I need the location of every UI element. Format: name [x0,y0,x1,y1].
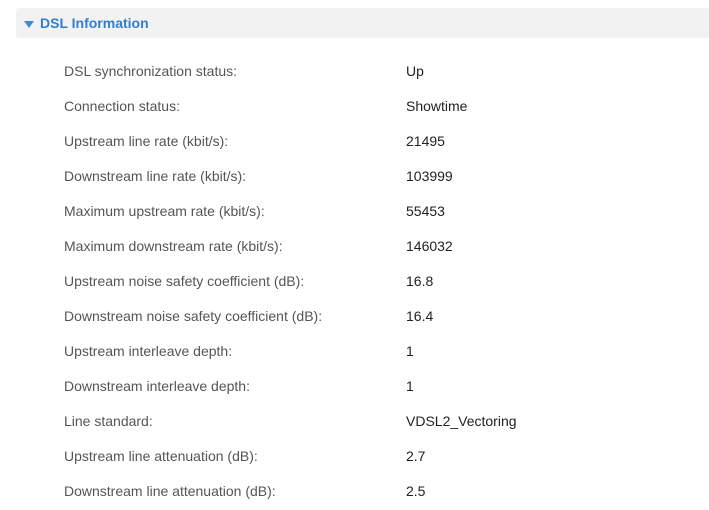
info-label: Downstream interleave depth: [64,378,250,394]
info-label: Maximum downstream rate (kbit/s): [64,238,283,254]
info-value: Showtime [406,98,468,114]
info-label: Downstream line rate (kbit/s): [64,168,247,184]
info-label: Upstream line rate (kbit/s): [64,133,229,149]
info-label: DSL synchronization status: [64,63,238,79]
info-value: Up [406,63,424,79]
info-row-downstream-noise-margin: Downstream noise safety coefficient (dB)… [0,298,709,333]
info-label: Connection status: [64,98,180,114]
info-value: 103999 [406,168,453,184]
info-row-downstream-attenuation: Downstream line attenuation (dB): 2.5 [0,473,709,508]
info-value: 16.4 [406,308,434,324]
info-row-downstream-line-rate: Downstream line rate (kbit/s): 103999 [0,158,709,193]
info-row-upstream-line-rate: Upstream line rate (kbit/s): 21495 [0,123,709,158]
info-label: Maximum upstream rate (kbit/s): [64,203,265,219]
info-label: Line standard: [64,413,153,429]
info-row-sync-status: DSL synchronization status: Up [0,53,709,88]
info-row-upstream-attenuation: Upstream line attenuation (dB): 2.7 [0,438,709,473]
info-value: VDSL2_Vectoring [406,413,517,429]
info-row-upstream-noise-margin: Upstream noise safety coefficient (dB): … [0,263,709,298]
info-value: 146032 [406,238,453,254]
info-label: Upstream interleave depth: [64,343,233,359]
info-label: Downstream noise safety coefficient (dB)… [64,308,323,324]
info-label: Upstream line attenuation (dB): [64,448,258,464]
info-value: 21495 [406,133,445,149]
info-value: 1 [406,378,414,394]
info-row-upstream-interleave-depth: Upstream interleave depth: 1 [0,333,709,368]
info-row-max-downstream-rate: Maximum downstream rate (kbit/s): 146032 [0,228,709,263]
chevron-down-icon[interactable] [24,20,34,28]
info-value: 2.7 [406,448,426,464]
dsl-info-list: DSL synchronization status: Up Connectio… [0,53,709,508]
info-value: 1 [406,343,414,359]
info-label: Downstream line attenuation (dB): [64,483,276,499]
info-value: 16.8 [406,273,434,289]
info-value: 55453 [406,203,445,219]
dsl-information-section-header[interactable]: DSL Information [16,8,709,38]
info-value: 2.5 [406,483,426,499]
info-label: Upstream noise safety coefficient (dB): [64,273,305,289]
section-title[interactable]: DSL Information [40,15,149,31]
info-row-downstream-interleave-depth: Downstream interleave depth: 1 [0,368,709,403]
info-row-line-standard: Line standard: VDSL2_Vectoring [0,403,709,438]
info-row-connection-status: Connection status: Showtime [0,88,709,123]
info-row-max-upstream-rate: Maximum upstream rate (kbit/s): 55453 [0,193,709,228]
